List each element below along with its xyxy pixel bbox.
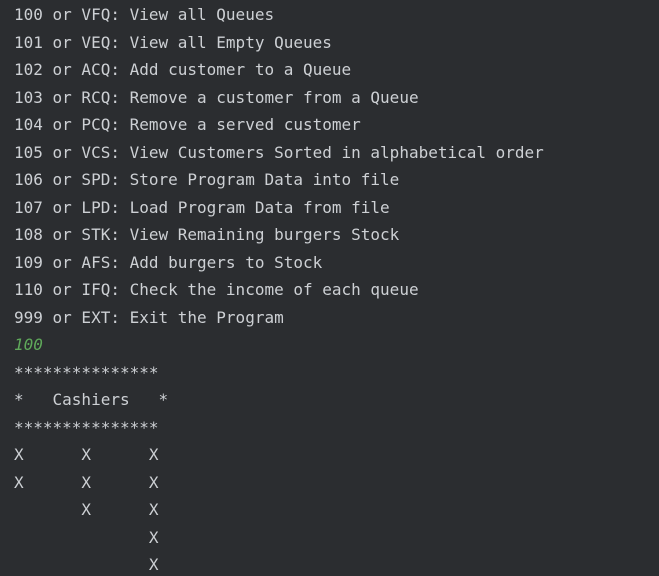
- menu-option-100: 100 or VFQ: View all Queues: [14, 5, 275, 24]
- border-top: ***************: [14, 362, 159, 382]
- menu-option-102: 102 or ACQ: Add customer to a Queue: [14, 60, 352, 79]
- menu-option-999: 999 or EXT: Exit the Program: [14, 307, 284, 327]
- menu-option-107: 107 or LPD: Load Program Data from file: [14, 197, 390, 217]
- menu-option-103: 103 or RCQ: Remove a customer from a Que…: [14, 87, 419, 107]
- menu-option-109: 109 or AFS: Add burgers to Stock: [14, 252, 323, 272]
- queue-row: X X: [14, 500, 159, 519]
- menu-option-106: 106 or SPD: Store Program Data into file: [14, 170, 400, 189]
- menu-option-101: 101 or VEQ: View all Empty Queues: [14, 32, 332, 52]
- menu-option-108: 108 or STK: View Remaining burgers Stock: [14, 225, 400, 244]
- border-bottom: ***************: [14, 417, 159, 437]
- queue-row: X: [14, 527, 159, 547]
- user-input-line[interactable]: 100: [14, 334, 659, 362]
- console-output: 100 or VFQ: View all Queues 101 or VEQ: …: [0, 0, 659, 576]
- cashiers-header: * Cashiers *: [14, 390, 169, 409]
- queue-row: X X X: [14, 445, 159, 464]
- menu-option-105: 105 or VCS: View Customers Sorted in alp…: [14, 142, 544, 162]
- queue-row: X: [14, 555, 159, 574]
- menu-option-104: 104 or PCQ: Remove a served customer: [14, 115, 361, 134]
- queue-row: X X X: [14, 472, 159, 492]
- menu-option-110: 110 or IFQ: Check the income of each que…: [14, 280, 419, 299]
